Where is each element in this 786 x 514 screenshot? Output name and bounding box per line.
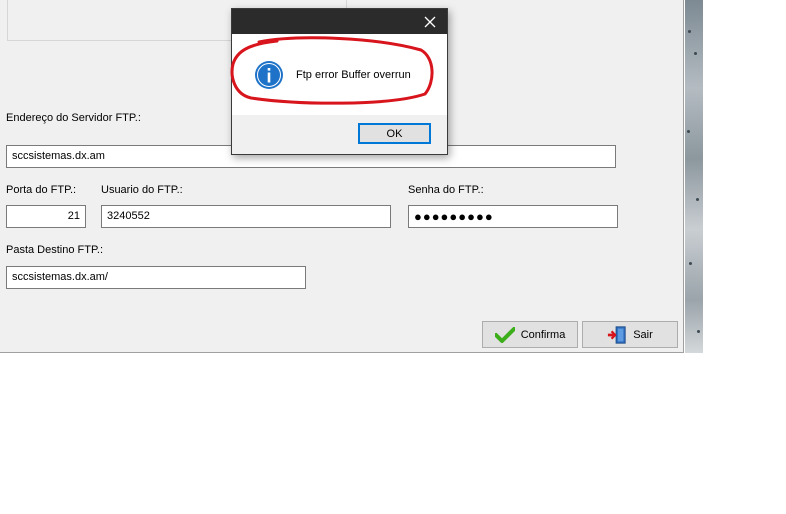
folder-input[interactable]: sccsistemas.dx.am/ (6, 266, 306, 289)
water-drop (696, 198, 699, 201)
water-drop (688, 30, 691, 33)
exit-button-label: Sair (633, 328, 653, 341)
water-drop (687, 130, 690, 133)
dialog-body: Ftp error Buffer overrun (232, 34, 447, 115)
exit-door-icon (607, 325, 627, 344)
green-checkmark-icon (494, 326, 515, 344)
port-input[interactable]: 21 (6, 205, 86, 228)
port-label: Porta do FTP.: (6, 184, 77, 196)
password-label: Senha do FTP.: (408, 184, 484, 196)
water-drop (694, 52, 697, 55)
water-drop (697, 330, 700, 333)
password-input[interactable]: ●●●●●●●●● (408, 205, 618, 228)
dialog-titlebar (232, 9, 447, 34)
close-icon (424, 16, 436, 27)
exit-button[interactable]: Sair (582, 321, 678, 348)
user-input[interactable]: 3240552 (101, 205, 391, 228)
dialog-message: Ftp error Buffer overrun (296, 69, 411, 81)
confirm-button[interactable]: Confirma (482, 321, 578, 348)
ok-button[interactable]: OK (358, 123, 431, 144)
water-drop (689, 262, 692, 265)
user-label: Usuario do FTP.: (101, 184, 183, 196)
information-icon (255, 61, 283, 89)
confirm-button-label: Confirma (520, 328, 566, 341)
dialog-close-button[interactable] (413, 9, 447, 34)
error-dialog: Ftp error Buffer overrun OK (231, 8, 448, 155)
server-label: Endereço do Servidor FTP.: (6, 112, 141, 124)
folder-label: Pasta Destino FTP.: (6, 244, 104, 256)
desktop-background (685, 0, 703, 353)
